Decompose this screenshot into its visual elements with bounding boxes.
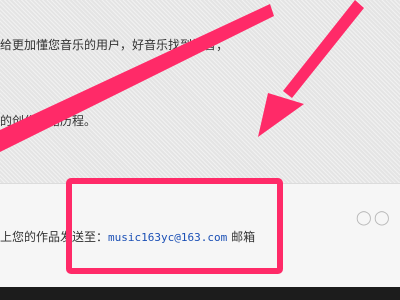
right-arrow-head (258, 93, 304, 137)
right-arrow-shaft (283, 0, 364, 98)
left-arrow-stroke (0, 4, 274, 152)
annotation-arrows (0, 0, 364, 152)
